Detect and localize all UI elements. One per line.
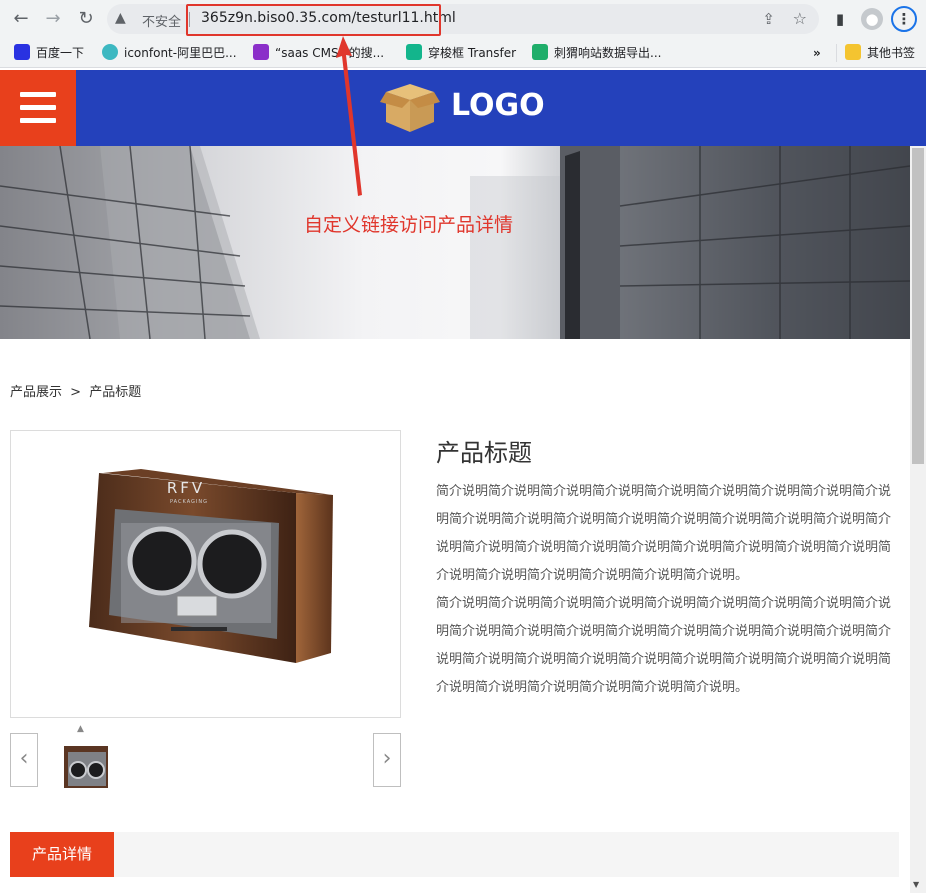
star-icon — [253, 44, 269, 60]
bookmarks-bar: 百度一下 iconfont-阿里巴巴... “saas CMS” 的搜... 穿… — [0, 38, 926, 68]
security-label[interactable]: 不安全 — [142, 11, 181, 30]
house-icon — [532, 44, 548, 60]
annotation-text: 自定义链接访问产品详情 — [304, 214, 514, 236]
bookmark-star-icon[interactable]: ☆ — [793, 9, 807, 28]
warning-icon[interactable]: ▲ — [115, 10, 126, 26]
bookmark-label: 刺猬响站数据导出... — [554, 46, 662, 60]
divider — [836, 44, 837, 62]
breadcrumb: 产品展示 > 产品标题 — [10, 381, 145, 400]
description-paragraph: 简介说明简介说明简介说明简介说明简介说明简介说明简介说明简介说明简介说明简介说明… — [436, 596, 892, 695]
tab-product-detail[interactable]: 产品详情 — [10, 832, 114, 877]
bookmark-item[interactable]: 穿梭框 Transfer — [406, 44, 516, 62]
reload-icon[interactable]: ↻ — [74, 7, 98, 31]
bookmark-item[interactable]: 刺猬响站数据导出... — [532, 44, 661, 62]
page-scrollbar[interactable]: ▼ — [910, 146, 926, 893]
bookmark-label: 百度一下 — [36, 46, 85, 60]
breadcrumb-separator: > — [70, 385, 82, 400]
iconfont-icon — [102, 44, 118, 60]
baidu-icon — [14, 44, 30, 60]
folder-icon — [845, 44, 861, 60]
thumbnail-image — [64, 746, 108, 788]
building-glass-image — [0, 146, 910, 339]
logo-text[interactable]: LOGO — [451, 88, 545, 123]
brand-logo-text: RFV — [167, 479, 205, 497]
scroll-down-icon[interactable]: ▼ — [913, 880, 919, 889]
detail-tab-bar: 产品详情 — [10, 832, 899, 877]
brand-sub-text: PACKAGING — [170, 499, 208, 505]
other-bookmarks[interactable]: 其他书签 — [845, 44, 915, 62]
menu-icon[interactable] — [0, 70, 76, 146]
kebab-menu-icon[interactable]: ⋮ — [891, 6, 917, 32]
scroll-thumb[interactable] — [912, 148, 924, 464]
bookmark-item[interactable]: 百度一下 — [14, 44, 84, 62]
bookmarks-overflow-icon[interactable]: » — [813, 44, 821, 62]
url-highlight-box — [186, 4, 441, 36]
back-icon[interactable]: ← — [9, 7, 33, 31]
side-panel-icon[interactable]: ▮ — [829, 8, 851, 30]
thumb-prev-button[interactable]: ‹ — [10, 733, 38, 787]
bookmark-label: iconfont-阿里巴巴... — [124, 46, 237, 60]
breadcrumb-current[interactable]: 产品标题 — [89, 385, 141, 400]
product-main-image[interactable]: RFV PACKAGING — [10, 430, 401, 718]
site-header: LOGO — [0, 70, 926, 146]
product-description: 简介说明简介说明简介说明简介说明简介说明简介说明简介说明简介说明简介说明简介说明… — [436, 478, 902, 702]
other-bookmarks-label: 其他书签 — [867, 46, 916, 60]
menu-bar — [20, 118, 56, 123]
box-logo-icon[interactable] — [380, 82, 440, 134]
play-icon — [406, 44, 422, 60]
product-title: 产品标题 — [436, 439, 532, 467]
menu-bar — [20, 92, 56, 97]
profile-avatar-icon[interactable]: ● — [861, 8, 883, 30]
product-thumbnail[interactable] — [64, 746, 108, 788]
bookmark-item[interactable]: iconfont-阿里巴巴... — [102, 44, 237, 62]
forward-icon[interactable]: → — [41, 7, 65, 31]
bookmark-item[interactable]: “saas CMS” 的搜... — [253, 44, 384, 62]
description-paragraph: 简介说明简介说明简介说明简介说明简介说明简介说明简介说明简介说明简介说明简介说明… — [436, 484, 892, 583]
bookmark-label: “saas CMS” 的搜... — [275, 46, 385, 60]
thumb-next-button[interactable]: › — [373, 733, 401, 787]
browser-toolbar: ← → ↻ ▲ 不安全 365z9n.biso0.35.com/testurl1… — [0, 0, 926, 38]
menu-bar — [20, 105, 56, 110]
bookmark-label: 穿梭框 Transfer — [428, 46, 517, 60]
breadcrumb-root[interactable]: 产品展示 — [10, 385, 62, 400]
banner-image: 自定义链接访问产品详情 — [0, 146, 910, 339]
watch-winder-image: RFV PACKAGING — [89, 469, 333, 663]
thumb-caret-icon: ▲ — [77, 724, 84, 734]
share-icon[interactable]: ⇪ — [762, 10, 775, 28]
